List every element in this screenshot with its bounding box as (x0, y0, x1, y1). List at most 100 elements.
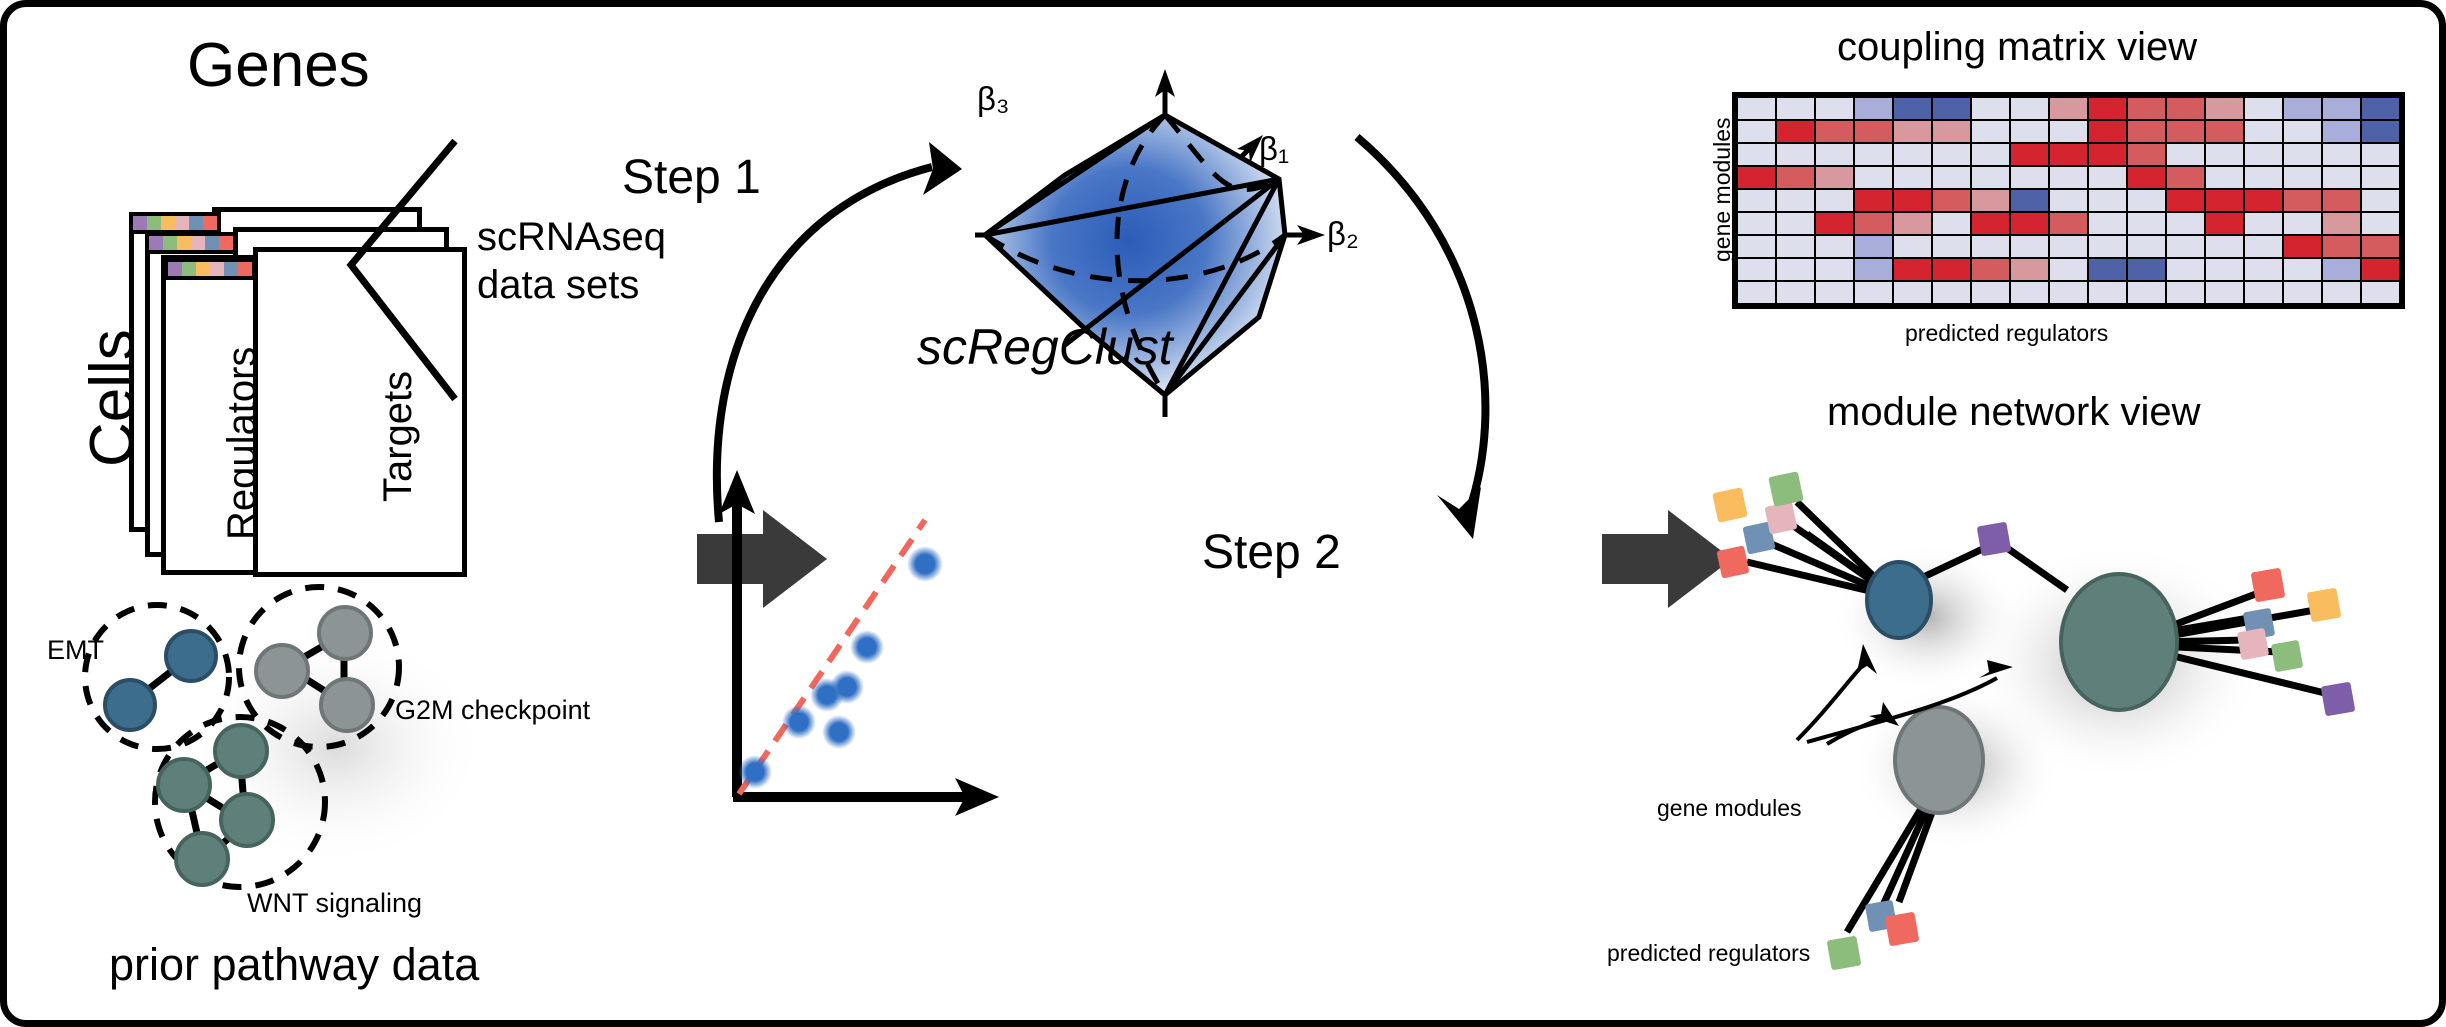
heatmap-cell (1855, 121, 1892, 142)
strip-cell (168, 262, 182, 276)
heatmap-cell (2206, 236, 2243, 257)
heatmap-cell (2167, 236, 2204, 257)
heatmap-cell (2323, 121, 2360, 142)
heatmap-cell (1816, 190, 1853, 211)
heatmap-cell (2167, 98, 2204, 119)
heatmap-cell (2362, 144, 2399, 165)
strip-cell (175, 216, 189, 230)
strip-cell (189, 216, 203, 230)
heatmap-cell (1738, 121, 1775, 142)
heatmap-cell (2050, 213, 2087, 234)
strip-cell (219, 236, 233, 250)
scregclust-cycle-panel: β₃ β₁ β₂ Step 1 scRegClust Step 2 (622, 17, 1667, 1017)
prior-pathway-caption: prior pathway data (109, 939, 480, 990)
heatmap-cell (1933, 236, 1970, 257)
heatmap-cell (1738, 259, 1775, 280)
heatmap-cell (2089, 144, 2126, 165)
heatmap-cell (2011, 98, 2048, 119)
heatmap-cell (1777, 190, 1814, 211)
heatmap-cell (2011, 121, 2048, 142)
heatmap-cell (1738, 190, 1775, 211)
heatmap-cell (2128, 236, 2165, 257)
heatmap-cell (1972, 98, 2009, 119)
heatmap-cell (1777, 121, 1814, 142)
network-gene-modules-label: gene modules (1657, 795, 1802, 821)
heatmap-cell (1777, 213, 1814, 234)
heatmap-cell (2284, 121, 2321, 142)
heatmap-cell (1972, 259, 2009, 280)
heatmap-cell (1777, 98, 1814, 119)
strip-cell (161, 216, 175, 230)
heatmap-cell (2128, 144, 2165, 165)
strip-cell (182, 262, 196, 276)
heatmap-cell (2206, 167, 2243, 188)
heatmap-cell (2362, 282, 2399, 303)
heatmap-cell (2245, 259, 2282, 280)
heatmap-cell (2362, 236, 2399, 257)
strip-cell (133, 216, 147, 230)
heatmap-cell (2245, 144, 2282, 165)
heatmap-cell (2245, 98, 2282, 119)
heatmap-cell (2206, 144, 2243, 165)
coupling-matrix-title: coupling matrix view (1837, 25, 2198, 69)
heatmap-cell (2011, 144, 2048, 165)
heatmap-cell (1738, 213, 1775, 234)
heatmap-cell (2323, 282, 2360, 303)
strip-cell (196, 262, 210, 276)
heatmap-cell (2089, 282, 2126, 303)
heatmap-cell (1933, 282, 1970, 303)
heatmap-cell (1933, 167, 1970, 188)
heatmap-cell (1972, 121, 2009, 142)
data-sheet-regulators: Regulators (161, 255, 264, 575)
heatmap-cell (2050, 236, 2087, 257)
heatmap-cell (2128, 282, 2165, 303)
heatmap-cell (1972, 213, 2009, 234)
heatmap-cell (2362, 190, 2399, 211)
heatmap-cell (1738, 282, 1775, 303)
cluster-label-g2m: G2M checkpoint (395, 695, 591, 725)
heatmap-cell (1816, 121, 1853, 142)
heatmap-cell (1855, 213, 1892, 234)
heatmap-cell (1933, 144, 1970, 165)
heatmap-cell (2362, 213, 2399, 234)
heatmap-cell (2284, 144, 2321, 165)
heatmap-cell (1855, 282, 1892, 303)
heatmap-cell (2050, 190, 2087, 211)
figure-canvas: Genes Cells Regulators Targets scRNAseq … (0, 0, 2446, 1027)
module-network-graph (1712, 471, 2355, 970)
genes-label: Genes (187, 31, 370, 100)
heatmap-cell (1894, 190, 1931, 211)
heatmap-cell (2245, 190, 2282, 211)
cluster-label-emt: EMT (47, 635, 104, 665)
network-predicted-regulators-label: predicted regulators (1607, 940, 1811, 966)
heatmap-cell (1777, 282, 1814, 303)
heatmap-cell (1777, 236, 1814, 257)
heatmap-cell (2206, 190, 2243, 211)
heatmap-cell (1816, 259, 1853, 280)
heatmap-cell (2323, 213, 2360, 234)
heatmap-cell (1894, 98, 1931, 119)
heatmap-cell (2089, 259, 2126, 280)
heatmap-cell (1933, 213, 1970, 234)
heatmap-cell (1816, 144, 1853, 165)
heatmap-cell (2245, 121, 2282, 142)
heatmap-cell (2362, 167, 2399, 188)
beta2-axis-label: β₂ (1327, 215, 1359, 252)
heatmap-cell (2284, 190, 2321, 211)
heatmap-cell (2284, 167, 2321, 188)
heatmap-cell (2167, 121, 2204, 142)
strip-cell (149, 236, 163, 250)
step1-label: Step 1 (622, 151, 761, 204)
heatmap-cell (2050, 282, 2087, 303)
heatmap-cell (2323, 259, 2360, 280)
heatmap-cell (1738, 144, 1775, 165)
heatmap-cell (2050, 259, 2087, 280)
heatmap-cell (2011, 190, 2048, 211)
heatmap-cell (2284, 282, 2321, 303)
heatmap-cell (2128, 213, 2165, 234)
heatmap-cell (2089, 213, 2126, 234)
heatmap-cell (2206, 121, 2243, 142)
coupling-matrix-ylabel: gene modules (1709, 117, 1735, 263)
strip-cell (203, 216, 217, 230)
heatmap-cell (2245, 282, 2282, 303)
